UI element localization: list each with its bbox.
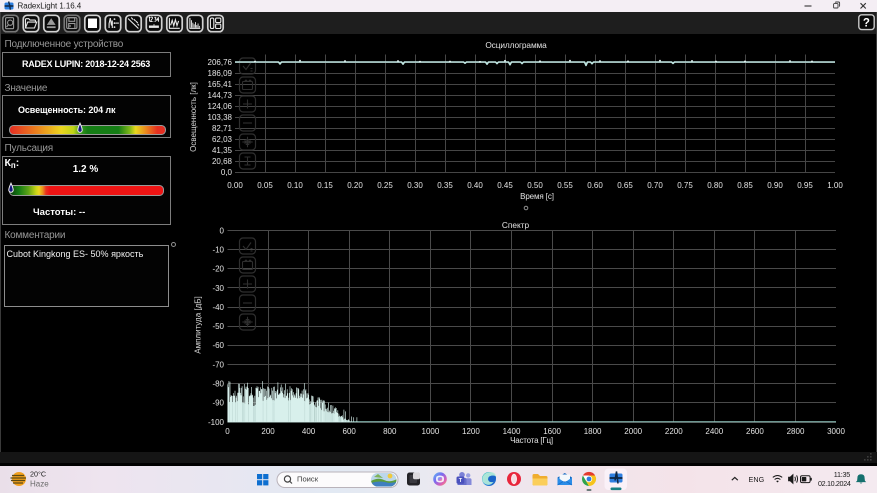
svg-text:11:35: 11:35 (834, 470, 850, 479)
svg-text:Осциллограмма: Осциллограмма (485, 40, 547, 50)
svg-text:0.35: 0.35 (437, 181, 453, 190)
svg-text:0.95: 0.95 (797, 181, 813, 190)
svg-text:-80: -80 (212, 380, 224, 389)
svg-text:Время [с]: Время [с] (520, 192, 554, 201)
svg-text:-60: -60 (212, 341, 224, 350)
svg-text:165,41: 165,41 (208, 80, 233, 89)
svg-text:0.80: 0.80 (707, 181, 723, 190)
svg-text:3000: 3000 (827, 427, 845, 436)
svg-text:Haze: Haze (30, 480, 49, 489)
svg-text:1800: 1800 (584, 427, 602, 436)
svg-text:2400: 2400 (705, 427, 723, 436)
svg-text:800: 800 (383, 427, 397, 436)
svg-text:Спектр: Спектр (502, 220, 530, 230)
svg-text:0.05: 0.05 (257, 181, 273, 190)
svg-text:0.45: 0.45 (497, 181, 513, 190)
svg-text:02.10.2024: 02.10.2024 (818, 479, 851, 488)
svg-text:0.55: 0.55 (557, 181, 573, 190)
svg-text:-40: -40 (212, 303, 224, 312)
svg-text:144,73: 144,73 (208, 91, 233, 100)
svg-text:1600: 1600 (543, 427, 561, 436)
svg-text:0.00: 0.00 (227, 181, 243, 190)
svg-text:-100: -100 (208, 418, 225, 427)
svg-text:2800: 2800 (787, 427, 805, 436)
svg-text:-50: -50 (212, 322, 224, 331)
svg-text:-30: -30 (212, 284, 224, 293)
svg-text:0.70: 0.70 (647, 181, 663, 190)
svg-text:62,03: 62,03 (212, 135, 233, 144)
svg-text:0.50: 0.50 (527, 181, 543, 190)
svg-text:Поиск: Поиск (297, 475, 319, 484)
svg-text:0.60: 0.60 (587, 181, 603, 190)
svg-text:0,0: 0,0 (221, 168, 233, 177)
svg-text:0: 0 (220, 226, 225, 235)
svg-text:1000: 1000 (422, 427, 440, 436)
svg-text:-10: -10 (212, 246, 224, 255)
svg-text:0.15: 0.15 (317, 181, 333, 190)
svg-text:0.10: 0.10 (287, 181, 303, 190)
svg-text:200: 200 (261, 427, 275, 436)
svg-text:0.65: 0.65 (617, 181, 633, 190)
svg-text:ENG: ENG (749, 475, 765, 484)
svg-text:2000: 2000 (624, 427, 642, 436)
svg-text:186,09: 186,09 (208, 69, 233, 78)
svg-text:Амплитуда [дБ]: Амплитуда [дБ] (194, 296, 203, 354)
svg-text:41,35: 41,35 (212, 146, 233, 155)
svg-text:-20: -20 (212, 265, 224, 274)
svg-text:103,38: 103,38 (208, 113, 233, 122)
svg-text:2200: 2200 (665, 427, 683, 436)
svg-text:400: 400 (302, 427, 316, 436)
svg-text:0.25: 0.25 (377, 181, 393, 190)
svg-text:20,68: 20,68 (212, 157, 233, 166)
svg-text:Частота [Гц]: Частота [Гц] (510, 436, 553, 445)
svg-text:0.20: 0.20 (347, 181, 363, 190)
svg-text:600: 600 (343, 427, 357, 436)
svg-text:0.90: 0.90 (767, 181, 783, 190)
svg-text:0.30: 0.30 (407, 181, 423, 190)
svg-text:-70: -70 (212, 360, 224, 369)
svg-text:T: T (459, 478, 463, 484)
svg-text:1.00: 1.00 (827, 181, 843, 190)
svg-text:1400: 1400 (503, 427, 521, 436)
svg-text:-90: -90 (212, 399, 224, 408)
svg-text:1200: 1200 (462, 427, 480, 436)
svg-text:0.75: 0.75 (677, 181, 693, 190)
svg-text:0.85: 0.85 (737, 181, 753, 190)
svg-text:0.40: 0.40 (467, 181, 483, 190)
svg-text:2600: 2600 (746, 427, 764, 436)
svg-text:206,76: 206,76 (208, 58, 233, 67)
svg-text:0: 0 (225, 427, 230, 436)
svg-text:82,71: 82,71 (212, 124, 233, 133)
svg-text:124,06: 124,06 (208, 102, 233, 111)
svg-text:Освещенность [лк]: Освещенность [лк] (189, 82, 198, 152)
svg-text:20°C: 20°C (30, 470, 46, 479)
